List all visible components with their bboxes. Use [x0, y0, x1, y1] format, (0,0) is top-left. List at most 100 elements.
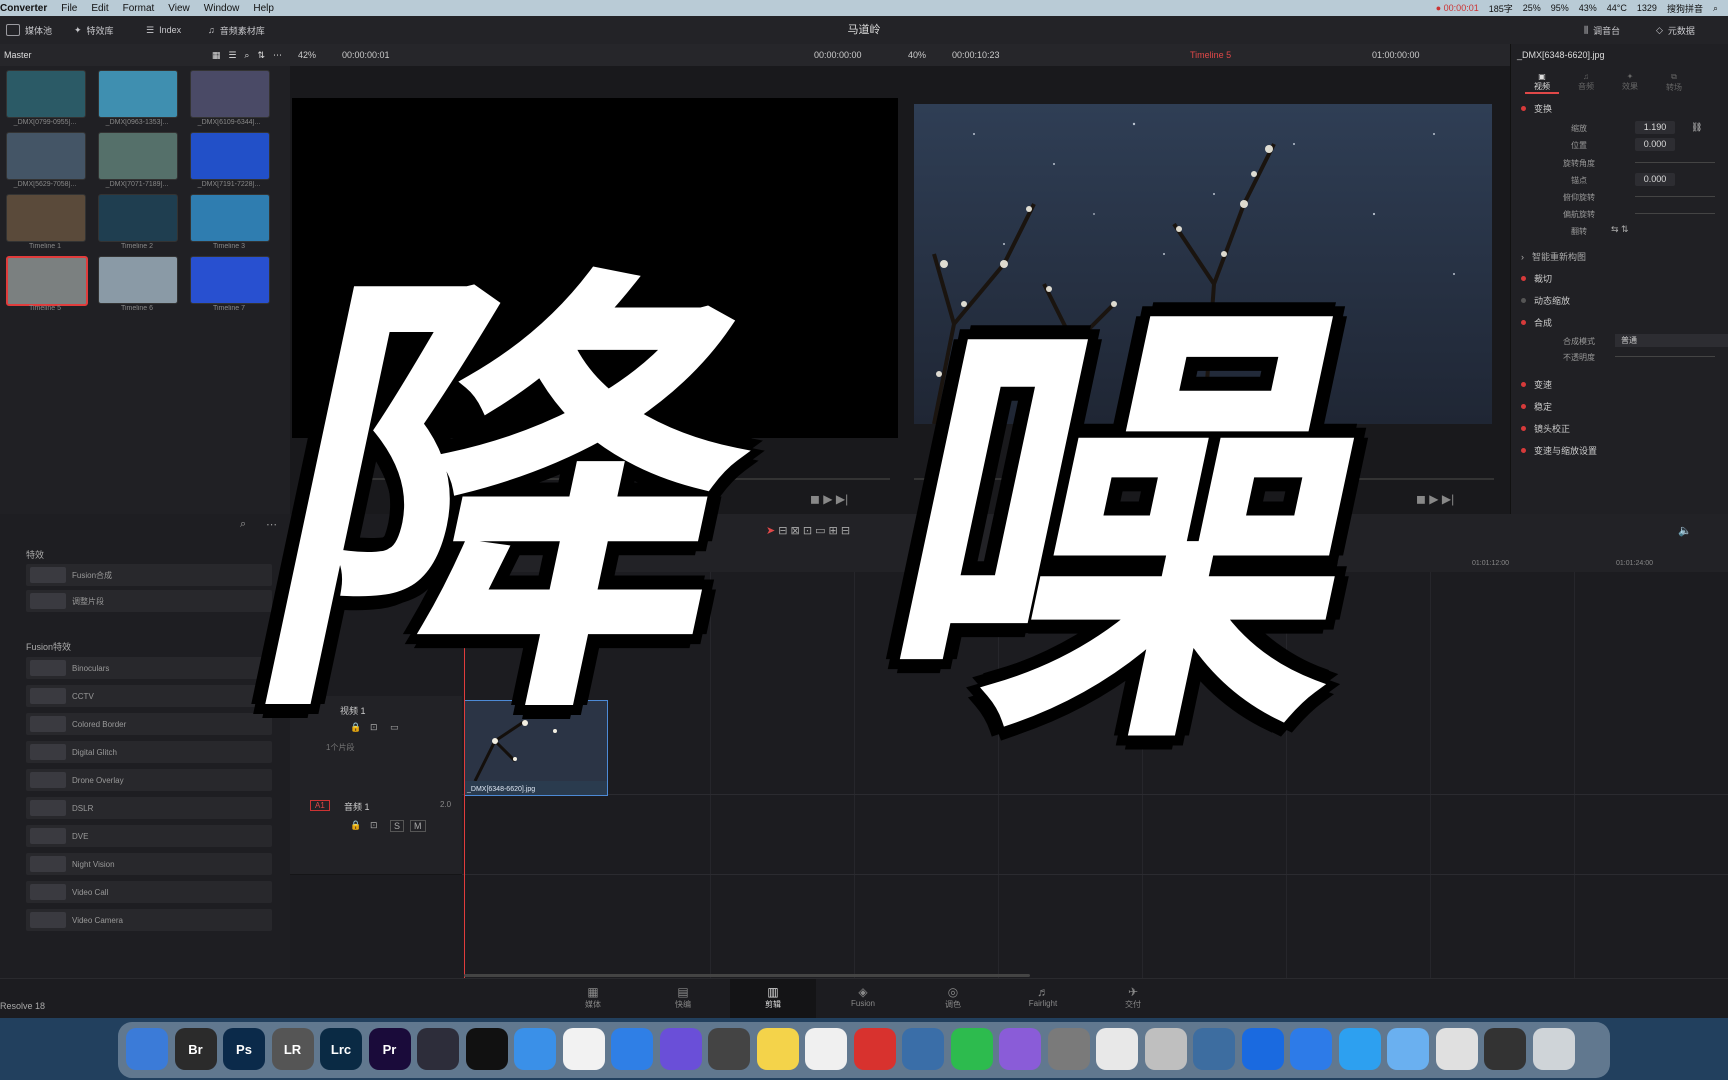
- timeline-scrollbar[interactable]: [464, 974, 1030, 977]
- menu-view[interactable]: View: [168, 3, 190, 14]
- lock-icon[interactable]: 🔒: [350, 722, 361, 733]
- enable-dot[interactable]: [1521, 448, 1526, 453]
- opacity-slider[interactable]: [1615, 356, 1715, 357]
- section-speed[interactable]: 变速: [1521, 378, 1552, 391]
- source-video-frame[interactable]: [292, 98, 898, 438]
- video-track-lane[interactable]: [462, 696, 1728, 795]
- fusion-effect-item[interactable]: Drone Overlay: [26, 769, 272, 791]
- section-effects-title[interactable]: 特效: [26, 548, 44, 561]
- timeline-name-dropdown[interactable]: Timeline 5: [1190, 50, 1231, 60]
- timeline-clip[interactable]: _DMX[6348-6620].jpg: [464, 700, 608, 796]
- source-zoom[interactable]: 42%: [298, 50, 316, 60]
- auto-select-icon[interactable]: ⊡: [370, 820, 378, 831]
- section-crop[interactable]: 裁切: [1521, 272, 1552, 285]
- fusion-effect-item[interactable]: Video Camera: [26, 909, 272, 931]
- timeline-scrubber[interactable]: [914, 478, 1494, 480]
- source-timecode[interactable]: 00:00:00:01: [342, 50, 390, 60]
- clip-thumbnail[interactable]: [6, 70, 86, 118]
- sound-library-button[interactable]: ♫ 音频素材库: [208, 16, 265, 44]
- fusion-effect-item[interactable]: Colored Border: [26, 713, 272, 735]
- media-pool-button[interactable]: 媒体池: [6, 16, 52, 44]
- input-method[interactable]: 搜狗拼音: [1667, 2, 1703, 15]
- anchor-x-field[interactable]: 0.000: [1635, 173, 1675, 186]
- effects-library-button[interactable]: ✦ 特效库: [74, 16, 114, 44]
- fusion-effect-item[interactable]: Night Vision: [26, 853, 272, 875]
- page-tab-1[interactable]: ▤ 快编: [640, 979, 726, 1019]
- dock-app-icon[interactable]: [1096, 1028, 1138, 1070]
- enable-dot[interactable]: [1521, 426, 1526, 431]
- solo-button[interactable]: S: [390, 820, 405, 832]
- enable-dot[interactable]: [1521, 320, 1526, 325]
- clip-thumbnail[interactable]: [190, 132, 270, 180]
- menu-format[interactable]: Format: [123, 3, 155, 14]
- track-visibility-icon[interactable]: ▭: [390, 722, 399, 733]
- flip-buttons[interactable]: ⇆ ⇅: [1611, 224, 1629, 235]
- edit-tools[interactable]: ➤ ⊟ ⊠ ⊡ ▭ ⊞ ⊟: [766, 524, 850, 537]
- timeline-zoom[interactable]: 40%: [908, 50, 926, 60]
- night-sky-plum-blossom-frame[interactable]: [914, 104, 1492, 424]
- menu-app-name[interactable]: Converter: [0, 3, 47, 14]
- metadata-button[interactable]: ◇ 元数据: [1656, 16, 1695, 44]
- dock-app-icon[interactable]: [126, 1028, 168, 1070]
- index-button[interactable]: ☰ Index: [146, 16, 181, 44]
- dock-app-icon[interactable]: [756, 1028, 799, 1070]
- section-transform[interactable]: 变换: [1521, 102, 1552, 115]
- yaw-slider[interactable]: [1635, 213, 1715, 214]
- clip-thumbnail[interactable]: [190, 194, 270, 242]
- clip-thumbnail[interactable]: [98, 70, 178, 118]
- dock-app-icon[interactable]: Lrc: [320, 1028, 362, 1070]
- section-composite[interactable]: 合成: [1521, 316, 1552, 329]
- enable-dot[interactable]: [1521, 404, 1526, 409]
- dock-app-icon[interactable]: Ps: [223, 1028, 265, 1070]
- page-tab-6[interactable]: ✈ 交付: [1090, 979, 1176, 1019]
- dock-app-icon[interactable]: [805, 1028, 847, 1070]
- more-options-icon[interactable]: ⋯: [273, 50, 282, 61]
- tab-video[interactable]: ▣ 视频: [1525, 72, 1559, 94]
- dock-app-icon[interactable]: [1387, 1028, 1429, 1070]
- dock-app-icon[interactable]: [853, 1028, 896, 1070]
- dock-app-icon[interactable]: [1484, 1028, 1526, 1070]
- composite-mode-select[interactable]: 普通: [1615, 334, 1728, 347]
- dock-app-icon[interactable]: [1435, 1028, 1478, 1070]
- page-tab-5[interactable]: ♬ Fairlight: [1000, 979, 1086, 1019]
- section-smart-reframe[interactable]: › 智能重新构图: [1521, 250, 1586, 263]
- tab-transition[interactable]: ⧉ 转场: [1657, 72, 1691, 93]
- enable-dot[interactable]: [1521, 298, 1526, 303]
- dock-app-icon[interactable]: [950, 1028, 993, 1070]
- playhead[interactable]: [464, 544, 465, 978]
- fusion-effect-item[interactable]: Binoculars: [26, 657, 272, 679]
- timeline-transport-controls[interactable]: ◼ ▶ ▶|: [1416, 492, 1454, 506]
- status-text[interactable]: 185字: [1489, 2, 1513, 15]
- more-options-icon[interactable]: ⋯: [266, 518, 277, 531]
- dock-app-icon[interactable]: [562, 1028, 605, 1070]
- video-track-name[interactable]: 视频 1: [340, 704, 366, 717]
- dock-app-icon[interactable]: [1144, 1028, 1187, 1070]
- page-tab-4[interactable]: ◎ 调色: [910, 979, 996, 1019]
- fusion-effect-item[interactable]: Digital Glitch: [26, 741, 272, 763]
- dock-app-icon[interactable]: [708, 1028, 750, 1070]
- dock-app-icon[interactable]: [1241, 1028, 1284, 1070]
- menu-file[interactable]: File: [61, 3, 77, 14]
- enable-dot[interactable]: [1521, 106, 1526, 111]
- dock-app-icon[interactable]: [611, 1028, 653, 1070]
- tab-audio[interactable]: ♫ 音频: [1569, 72, 1603, 92]
- dock-app-icon[interactable]: [1532, 1028, 1575, 1070]
- section-fusion-effects-title[interactable]: Fusion特效: [26, 640, 71, 653]
- position-x-field[interactable]: 0.000: [1635, 138, 1675, 151]
- effect-item[interactable]: 调整片段: [26, 590, 272, 612]
- lock-icon[interactable]: 🔒: [350, 820, 361, 831]
- volume-icon[interactable]: 🔈: [1678, 524, 1692, 537]
- pitch-slider[interactable]: [1635, 196, 1715, 197]
- clip-thumbnail[interactable]: [98, 194, 178, 242]
- fusion-effect-item[interactable]: CCTV: [26, 685, 272, 707]
- timeline-timecode[interactable]: 00:00:10:23: [952, 50, 1000, 60]
- sort-icon[interactable]: ⇅: [257, 50, 265, 61]
- clip-thumbnail[interactable]: [6, 256, 88, 306]
- search-icon[interactable]: ⌕: [1713, 3, 1718, 14]
- zoom-x-field[interactable]: 1.190: [1635, 121, 1675, 134]
- dock-app-icon[interactable]: [1193, 1028, 1235, 1070]
- mixer-button[interactable]: ⫼ 调音台: [1584, 16, 1620, 44]
- enable-dot[interactable]: [1521, 382, 1526, 387]
- audio-track-name[interactable]: 音频 1: [344, 800, 370, 813]
- thumbnail-view-icon[interactable]: ▦: [212, 50, 221, 61]
